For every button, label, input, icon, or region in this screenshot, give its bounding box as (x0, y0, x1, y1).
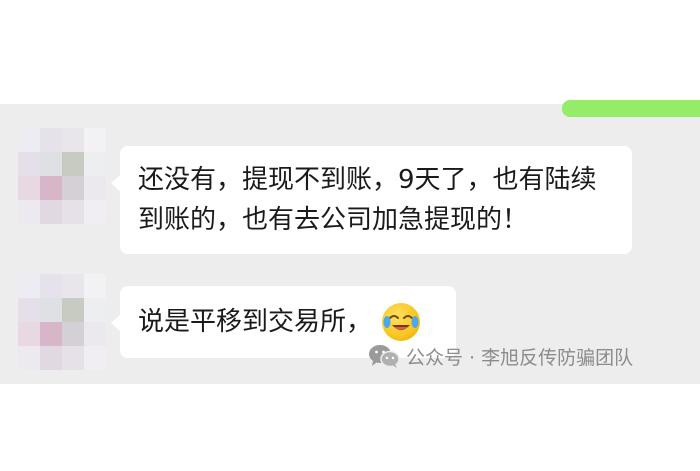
avatar[interactable] (18, 274, 106, 370)
wechat-icon (368, 344, 400, 368)
avatar[interactable] (18, 128, 106, 224)
crying-laughing-face-icon (382, 303, 421, 341)
message-text: 说是平移到交易所， (138, 307, 373, 337)
message-bubble[interactable]: 还没有，提现不到账，9天了，也有陆续到账的，也有去公司加急提现的！ (111, 146, 632, 254)
message-text: 还没有，提现不到账，9天了，也有陆续到账的，也有去公司加急提现的！ (138, 165, 597, 235)
watermark-text: 公众号 · 李旭反传防骗团队 (406, 346, 634, 369)
outgoing-message-bubble[interactable] (562, 100, 700, 117)
watermark: 公众号 · 李旭反传防骗团队 (368, 342, 633, 370)
